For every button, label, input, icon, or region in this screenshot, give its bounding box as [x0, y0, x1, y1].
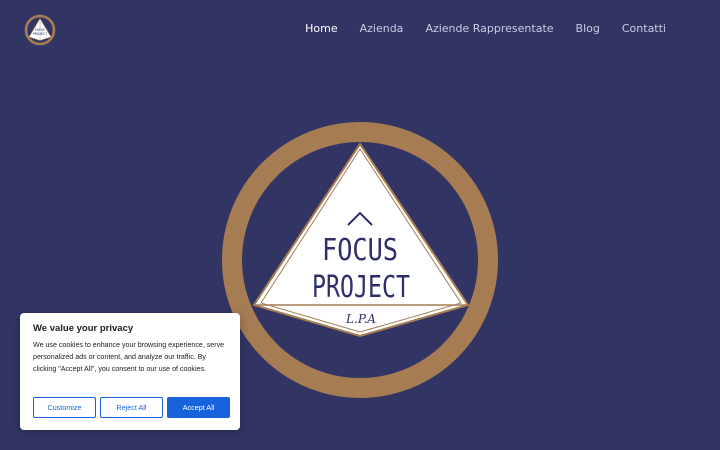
nav-item-contatti[interactable]: Contatti — [622, 22, 666, 35]
nav-item-home[interactable]: Home — [305, 22, 337, 35]
header-logo-icon: FOCUS PROJECT — [24, 14, 56, 46]
nav-item-azienda[interactable]: Azienda — [360, 22, 404, 35]
cookie-banner-buttons: Customize Reject All Accept All — [33, 397, 230, 418]
nav-item-aziende-rappresentate[interactable]: Aziende Rappresentate — [425, 22, 553, 35]
logo-text-project: PROJECT — [312, 270, 410, 305]
cookie-banner-text: We use cookies to enhance your browsing … — [33, 341, 225, 373]
header-logo-text2: PROJECT — [33, 32, 47, 36]
accept-all-button[interactable]: Accept All — [167, 397, 230, 418]
header-logo[interactable]: FOCUS PROJECT — [24, 14, 56, 46]
logo-text-focus: FOCUS — [322, 233, 398, 268]
cookie-banner-title: We value your privacy — [33, 323, 134, 334]
page: FOCUS PROJECT Home Azienda Aziende Rappr… — [0, 0, 720, 450]
hero-logo: FOCUS PROJECT L.P.A — [222, 122, 498, 398]
cookie-banner: We value your privacy We use cookies to … — [20, 313, 240, 430]
reject-all-button[interactable]: Reject All — [100, 397, 163, 418]
logo-text-subtitle: L.P.A — [345, 312, 376, 326]
main-nav: Home Azienda Aziende Rappresentate Blog … — [305, 22, 666, 35]
nav-item-blog[interactable]: Blog — [576, 22, 600, 35]
hero-logo-graphic: FOCUS PROJECT L.P.A — [222, 122, 498, 398]
customize-button[interactable]: Customize — [33, 397, 96, 418]
